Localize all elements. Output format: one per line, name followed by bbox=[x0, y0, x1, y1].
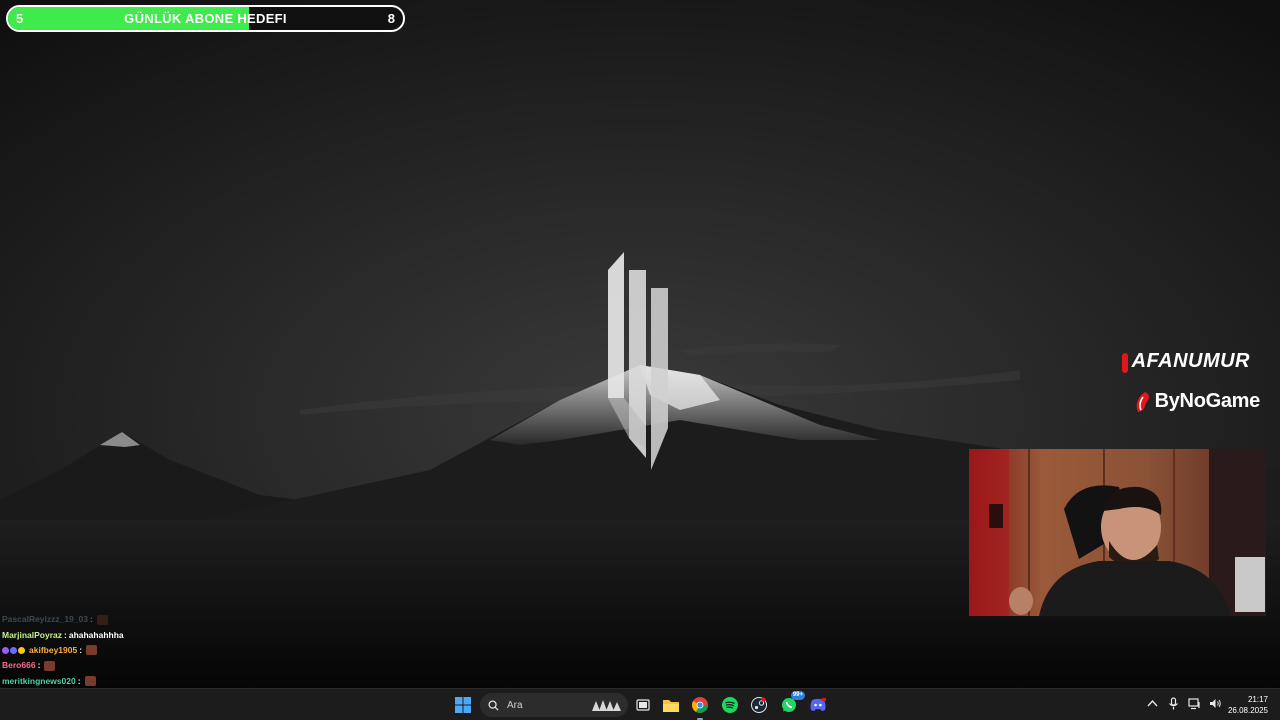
goal-title: GÜNLÜK ABONE HEDEFI bbox=[124, 11, 287, 26]
chat-emote-icon bbox=[86, 645, 98, 656]
streamer-logo bbox=[600, 248, 680, 483]
chat-separator: : bbox=[64, 629, 67, 640]
chrome-icon bbox=[692, 697, 708, 713]
chat-username: MarjinalPoyraz bbox=[2, 629, 62, 640]
logo-mark-icon bbox=[608, 252, 668, 470]
taskbar-search-box[interactable]: Ara bbox=[480, 693, 628, 717]
chat-username: PascalReyizzz_19_03 bbox=[2, 614, 89, 625]
taskbar-app-task-view[interactable] bbox=[632, 694, 654, 716]
clock-time: 21:17 bbox=[1247, 695, 1268, 704]
chat-username: Bero666 bbox=[2, 660, 36, 671]
chat-badge-icon bbox=[18, 646, 25, 654]
chat-message: akifbey1905: bbox=[2, 643, 302, 658]
taskbar-clock[interactable]: 21:17 26.08.2025 bbox=[1228, 694, 1268, 716]
webcam-feed bbox=[969, 449, 1266, 616]
system-tray bbox=[1146, 697, 1222, 710]
chat-emote-icon bbox=[84, 676, 96, 687]
chat-username: akifbey1905 bbox=[29, 644, 78, 655]
taskbar-app-steam[interactable] bbox=[748, 694, 770, 716]
chat-badges bbox=[2, 646, 25, 654]
chat-emote-icon bbox=[96, 614, 108, 625]
taskbar-app-spotify[interactable] bbox=[719, 694, 741, 716]
clock-date: 26.08.2025 bbox=[1227, 706, 1268, 715]
discord-icon bbox=[810, 698, 826, 712]
chat-message: meritkingnews020: bbox=[2, 674, 302, 689]
sponsor-logo-text: ByNoGame bbox=[1154, 390, 1261, 412]
taskbar-app-file-explorer[interactable] bbox=[660, 694, 682, 716]
bynogame-flame-icon bbox=[1136, 391, 1149, 412]
task-view-icon bbox=[636, 699, 650, 711]
taskbar-app-whatsapp[interactable]: 99+ bbox=[778, 691, 805, 716]
microphone-icon[interactable] bbox=[1167, 697, 1180, 710]
search-placeholder: Ara bbox=[507, 699, 523, 711]
notification-badge: 99+ bbox=[790, 691, 805, 700]
chat-message: MarjinalPoyraz: ahahahahhha bbox=[2, 627, 302, 642]
windows-start-icon[interactable] bbox=[455, 697, 471, 713]
volume-icon[interactable] bbox=[1209, 697, 1222, 710]
chat-badge-icon bbox=[2, 646, 9, 654]
goal-current-count: 5 bbox=[16, 11, 24, 26]
search-highlight-icon bbox=[592, 700, 621, 711]
steam-icon bbox=[751, 697, 767, 713]
chat-separator: : bbox=[79, 644, 83, 655]
chat-separator: : bbox=[77, 675, 81, 686]
search-icon bbox=[488, 699, 499, 711]
goal-target-count: 8 bbox=[387, 11, 395, 26]
chat-separator: : bbox=[90, 614, 93, 625]
chat-message: Bero666: bbox=[2, 658, 302, 673]
taskbar-app-discord[interactable] bbox=[807, 694, 829, 716]
spotify-icon bbox=[722, 697, 738, 713]
chat-username: meritkingnews020 bbox=[2, 675, 76, 686]
chevron-up-icon[interactable] bbox=[1146, 697, 1159, 710]
chat-badge-icon bbox=[10, 646, 17, 654]
sponsor-logo: ByNoGame bbox=[1133, 390, 1260, 413]
subscriber-goal-bar: GÜNLÜK ABONE HEDEFI 5 8 bbox=[6, 5, 405, 32]
sponsor-name: AFANUMUR bbox=[1121, 350, 1250, 373]
network-icon[interactable] bbox=[1188, 697, 1201, 710]
windows-taskbar: Ara 99+ 21:17 26.08.2025 bbox=[0, 688, 1280, 720]
chat-emote-icon bbox=[44, 660, 56, 671]
chat-message: PascalReyizzz_19_03: bbox=[2, 612, 302, 627]
folder-icon bbox=[663, 699, 679, 712]
chat-separator: : bbox=[37, 660, 41, 671]
chat-text: ahahahahhha bbox=[68, 629, 124, 640]
taskbar-app-chrome[interactable] bbox=[689, 694, 711, 720]
webcam-image bbox=[969, 449, 1266, 616]
